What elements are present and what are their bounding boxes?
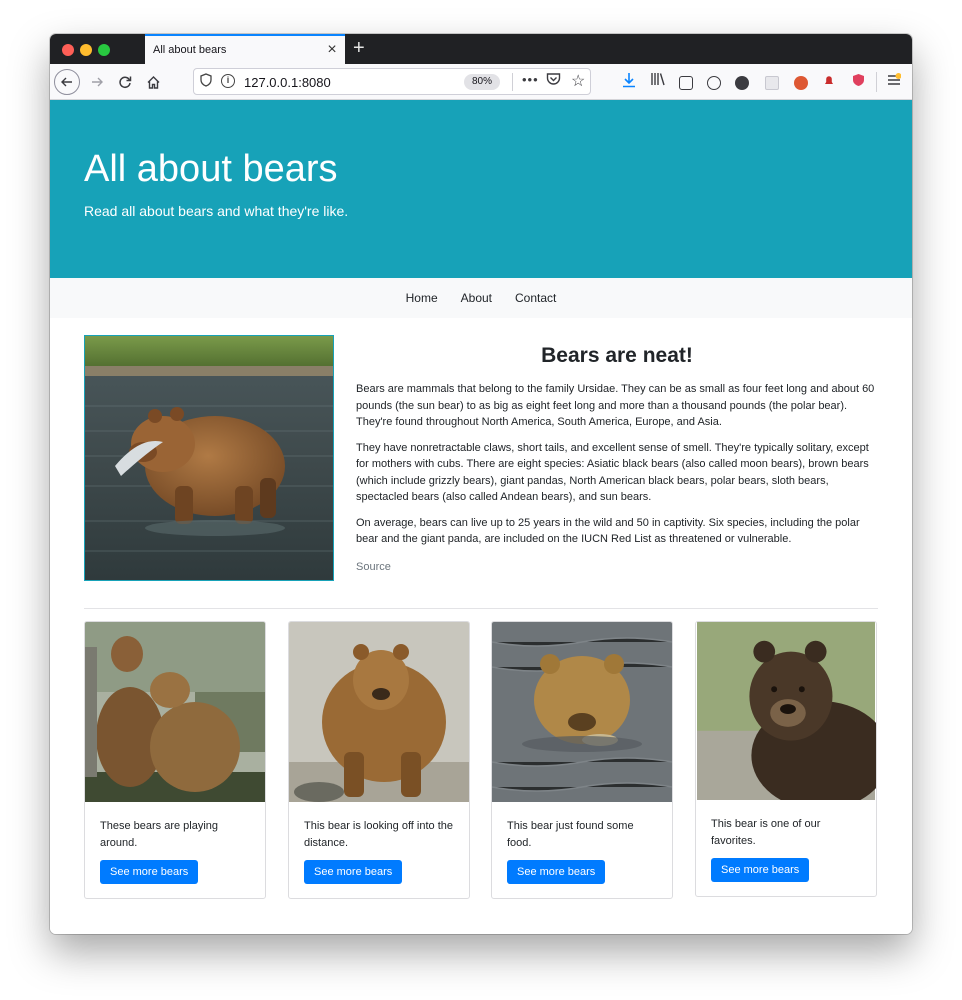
page-content: All about bears Read all about bears and…	[50, 100, 912, 934]
card-text: This bear is one of our favorites.	[711, 818, 821, 847]
hero-subtitle: Read all about bears and what they're li…	[84, 203, 349, 219]
card-text: This bear is looking off into the distan…	[304, 820, 453, 849]
card-text: These bears are playing around.	[100, 820, 219, 849]
bookmark-star-icon[interactable]: ☆	[571, 71, 585, 91]
bear-with-salmon-image	[84, 335, 334, 581]
hamburger-menu-icon[interactable]	[884, 72, 904, 92]
tab-active[interactable]: All about bears ×	[145, 34, 345, 64]
hero-title: All about bears	[84, 148, 338, 190]
sidebar-icon[interactable]	[676, 72, 696, 92]
bear-in-water-image	[492, 622, 672, 802]
feature-heading: Bears are neat!	[541, 344, 693, 367]
url-bar[interactable]: i 127.0.0.1:8080 80% ••• ☆	[193, 68, 591, 95]
bear-card: This bear just found some food. See more…	[491, 621, 673, 899]
bear-card: This bear is one of our favorites. See m…	[695, 621, 877, 897]
extension-icon[interactable]	[704, 72, 724, 92]
zoom-level-badge[interactable]: 80%	[464, 74, 501, 90]
feature-paragraph: They have nonretractable claws, short ta…	[356, 441, 869, 504]
ublock-shield-icon[interactable]	[848, 72, 868, 92]
section-divider	[84, 608, 878, 609]
site-info-icon[interactable]: i	[221, 74, 235, 88]
arrow-left-icon	[61, 77, 72, 87]
feature-text: Bears are neat! Bears are mammals that b…	[356, 344, 878, 575]
see-more-bears-button[interactable]: See more bears	[507, 860, 606, 884]
nav-link-home[interactable]: Home	[406, 291, 438, 305]
tab-close-icon[interactable]: ×	[319, 42, 345, 58]
browser-window: All about bears × + i 127.0.0.1:8080 80%…	[50, 34, 912, 934]
standing-bear-image	[289, 622, 469, 802]
nav-toolbar: i 127.0.0.1:8080 80% ••• ☆	[50, 64, 912, 100]
bear-card: These bears are playing around. See more…	[84, 621, 266, 899]
reload-icon	[119, 76, 132, 89]
hero-jumbotron: All about bears Read all about bears and…	[50, 100, 912, 278]
account-icon[interactable]	[732, 72, 752, 92]
extension-square-icon[interactable]	[762, 72, 782, 92]
duckduckgo-icon[interactable]	[791, 72, 811, 92]
feature-paragraph: Bears are mammals that belong to the fam…	[356, 383, 875, 428]
see-more-bears-button[interactable]: See more bears	[100, 860, 199, 884]
arrow-right-icon	[92, 77, 103, 87]
bear-card: This bear is looking off into the distan…	[288, 621, 470, 899]
site-navbar: Home About Contact	[50, 278, 912, 318]
maximize-window-button[interactable]	[98, 44, 110, 56]
library-icon[interactable]	[648, 72, 668, 92]
tracking-shield-icon[interactable]	[200, 73, 212, 90]
back-button[interactable]	[54, 69, 80, 95]
source-link[interactable]: Source	[356, 561, 391, 573]
playing-bears-image	[85, 622, 265, 802]
see-more-bears-button[interactable]: See more bears	[711, 858, 810, 882]
new-tab-button[interactable]: +	[353, 37, 365, 59]
nav-link-about[interactable]: About	[461, 291, 492, 305]
toolbar-separator	[876, 72, 877, 92]
dark-bear-image	[697, 622, 876, 800]
feature-paragraph: On average, bears can live up to 25 year…	[356, 516, 860, 546]
see-more-bears-button[interactable]: See more bears	[304, 860, 403, 884]
url-text[interactable]: 127.0.0.1:8080	[244, 75, 331, 90]
tab-bar: All about bears × +	[50, 34, 912, 64]
bell-icon[interactable]	[819, 72, 839, 92]
home-icon	[147, 75, 159, 89]
close-window-button[interactable]	[62, 44, 74, 56]
forward-button[interactable]	[86, 70, 108, 94]
download-icon[interactable]	[619, 72, 639, 92]
url-separator	[512, 73, 513, 91]
pocket-icon[interactable]	[546, 72, 561, 89]
tab-title: All about bears	[153, 44, 227, 56]
card-text: This bear just found some food.	[507, 820, 634, 849]
home-button[interactable]	[142, 70, 164, 94]
nav-link-contact[interactable]: Contact	[515, 291, 556, 305]
minimize-window-button[interactable]	[80, 44, 92, 56]
page-actions-icon[interactable]: •••	[522, 72, 539, 87]
reload-button[interactable]	[114, 70, 136, 94]
